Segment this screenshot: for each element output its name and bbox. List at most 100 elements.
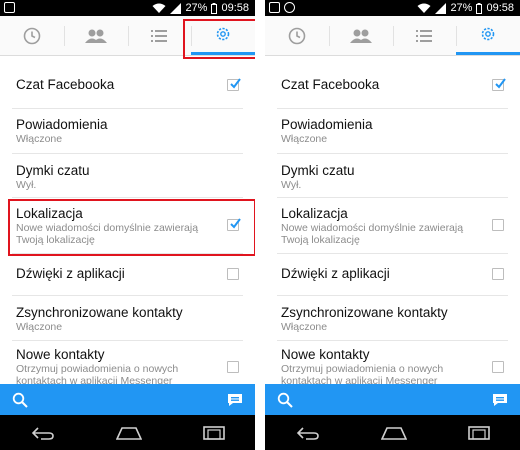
setting-title: Czat Facebooka <box>16 77 115 92</box>
divider <box>12 108 243 109</box>
status-bar: 27% 09:58 <box>0 0 255 16</box>
search-icon[interactable] <box>12 392 28 408</box>
signal-icon <box>435 2 447 14</box>
highlight-location-row <box>8 199 255 256</box>
bottom-action-bar <box>265 384 520 415</box>
checkbox-new-contacts[interactable] <box>227 361 239 373</box>
list-icon <box>416 29 433 42</box>
divider <box>277 197 508 198</box>
setting-new-contacts[interactable]: Nowe kontakty Otrzymuj powiadomienia o n… <box>0 347 255 384</box>
people-icon <box>84 29 107 43</box>
setting-title: Lokalizacja <box>281 206 348 221</box>
setting-title: Dźwięki z aplikacji <box>281 266 390 281</box>
setting-title: Powiadomienia <box>281 117 373 132</box>
recents-icon[interactable] <box>202 425 225 440</box>
phone-left: 27% 09:58 Czat Facebooka Powiadomienia W… <box>0 0 255 450</box>
setting-chat-heads[interactable]: Dymki czatu Wył. <box>0 163 255 191</box>
tab-people[interactable] <box>63 16 128 55</box>
setting-synced-contacts[interactable]: Zsynchronizowane kontakty Włączone <box>0 305 255 333</box>
setting-notifications[interactable]: Powiadomienia Włączone <box>0 117 255 145</box>
app-notification-icon <box>4 2 15 13</box>
setting-app-sounds[interactable]: Dźwięki z aplikacji <box>0 266 255 282</box>
system-nav-bar <box>265 415 520 450</box>
clock-time: 09:58 <box>221 2 249 14</box>
setting-title: Nowe kontakty <box>281 347 370 362</box>
battery-level: 27% <box>185 2 208 14</box>
setting-subtitle: Włączone <box>281 321 328 333</box>
setting-subtitle: Wył. <box>281 179 302 191</box>
setting-subtitle: Wył. <box>16 179 37 191</box>
tab-groups[interactable] <box>392 16 457 55</box>
setting-subtitle: Włączone <box>281 133 328 145</box>
setting-location[interactable]: Lokalizacja Nowe wiadomości domyślnie za… <box>265 206 520 246</box>
setting-notifications[interactable]: Powiadomienia Włączone <box>265 117 520 145</box>
highlight-settings-tab <box>183 19 255 59</box>
list-icon <box>151 29 168 42</box>
setting-chat-heads[interactable]: Dymki czatu Wył. <box>265 163 520 191</box>
checkmark-icon <box>230 78 241 89</box>
tab-groups[interactable] <box>127 16 192 55</box>
setting-subtitle: Włączone <box>16 133 63 145</box>
tab-settings[interactable] <box>456 16 520 55</box>
back-icon[interactable] <box>31 426 55 440</box>
tab-people[interactable] <box>328 16 393 55</box>
divider <box>12 295 243 296</box>
battery-icon <box>211 2 218 14</box>
setting-subtitle: Nowe wiadomości domyślnie zawierają Twoj… <box>281 222 464 246</box>
home-icon[interactable] <box>380 426 407 440</box>
signal-icon <box>170 2 182 14</box>
setting-title: Dymki czatu <box>281 163 355 178</box>
clock-icon <box>288 27 306 44</box>
setting-subtitle: Otrzymuj powiadomienia o nowych kontakta… <box>16 363 179 384</box>
bottom-action-bar <box>0 384 255 415</box>
divider <box>277 108 508 109</box>
compose-icon[interactable] <box>227 393 243 407</box>
clock-time: 09:58 <box>486 2 514 14</box>
app-notification-icon <box>284 2 295 13</box>
checkbox-new-contacts[interactable] <box>492 361 504 373</box>
home-icon[interactable] <box>115 426 142 440</box>
compose-icon[interactable] <box>492 393 508 407</box>
image-notification-icon <box>269 2 280 13</box>
setting-title: Zsynchronizowane kontakty <box>16 305 183 320</box>
recents-icon[interactable] <box>467 425 490 440</box>
setting-subtitle: Włączone <box>16 321 63 333</box>
divider <box>277 340 508 341</box>
setting-facebook-chat[interactable]: Czat Facebooka <box>0 77 255 93</box>
checkbox-app-sounds[interactable] <box>492 268 504 280</box>
setting-synced-contacts[interactable]: Zsynchronizowane kontakty Włączone <box>265 305 520 333</box>
divider <box>277 153 508 154</box>
setting-subtitle: Otrzymuj powiadomienia o nowych kontakta… <box>281 363 444 384</box>
setting-title: Czat Facebooka <box>281 77 380 92</box>
wifi-icon <box>152 3 166 13</box>
back-icon[interactable] <box>296 426 320 440</box>
setting-new-contacts[interactable]: Nowe kontakty Otrzymuj powiadomienia o n… <box>265 347 520 384</box>
phone-right: 27% 09:58 Czat Facebooka Powiadomienia W… <box>265 0 520 450</box>
checkbox-facebook-chat[interactable] <box>492 78 506 91</box>
divider <box>277 295 508 296</box>
status-bar: 27% 09:58 <box>265 0 520 16</box>
battery-icon <box>476 2 483 14</box>
setting-app-sounds[interactable]: Dźwięki z aplikacji <box>265 266 520 282</box>
tab-bar <box>265 16 520 56</box>
divider <box>12 340 243 341</box>
setting-title: Dymki czatu <box>16 163 90 178</box>
system-nav-bar <box>0 415 255 450</box>
wifi-icon <box>417 3 431 13</box>
tab-recent[interactable] <box>265 16 329 55</box>
setting-facebook-chat[interactable]: Czat Facebooka <box>265 77 520 93</box>
checkbox-location[interactable] <box>492 219 504 231</box>
setting-title: Powiadomienia <box>16 117 108 132</box>
setting-title: Zsynchronizowane kontakty <box>281 305 448 320</box>
search-icon[interactable] <box>277 392 293 408</box>
people-icon <box>349 29 372 43</box>
tab-recent[interactable] <box>0 16 64 55</box>
checkbox-facebook-chat[interactable] <box>227 78 241 91</box>
clock-icon <box>23 27 41 44</box>
divider <box>12 197 243 198</box>
battery-level: 27% <box>450 2 473 14</box>
divider <box>12 153 243 154</box>
setting-title: Dźwięki z aplikacji <box>16 266 125 281</box>
checkbox-app-sounds[interactable] <box>227 268 239 280</box>
checkmark-icon <box>495 78 506 89</box>
